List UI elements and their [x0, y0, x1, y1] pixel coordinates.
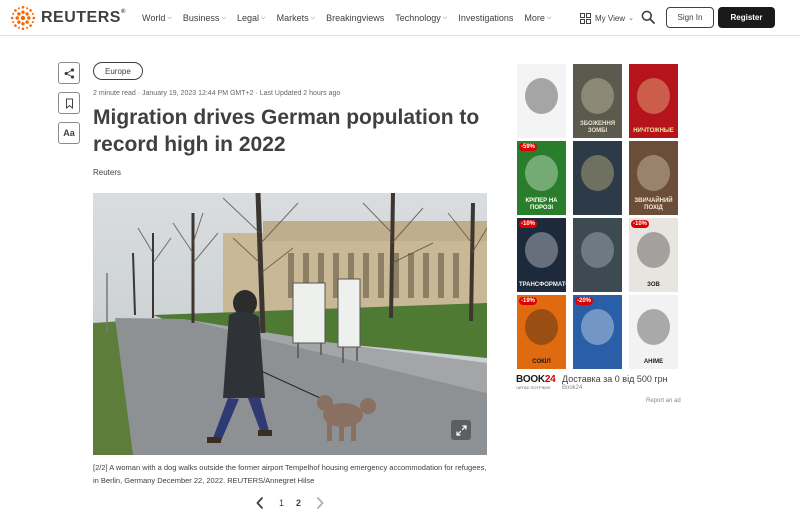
grid-icon [580, 12, 591, 24]
nav-item-world[interactable]: World ⌵ [142, 13, 172, 23]
ad-book-cover[interactable]: -10% ЗОВ [629, 218, 678, 292]
ad-book-cover[interactable]: ЗБОЖЕННЯ ЗОМБІ [573, 64, 622, 138]
book-art [525, 309, 558, 345]
nav-item-label: Technology [395, 13, 441, 23]
book-art [581, 309, 614, 345]
nav-item-label: Breakingviews [326, 13, 385, 23]
ad-book-cover[interactable]: НИЧТОЖНЫЕ [629, 64, 678, 138]
site-header: REUTERS® World ⌵ Business ⌵ Legal ⌵ Markets ⌵ Br… [0, 0, 800, 36]
ad-book-cover[interactable]: -10% ТРАНСФОРМАТОР [517, 218, 566, 292]
ad-book-cover[interactable] [573, 141, 622, 215]
ad-brand-tagline: ЧИТАЄ ПОТРІБНЕ [516, 385, 551, 390]
ad-book-cover[interactable]: ЗВИЧАЙНИЙ ПОХІД [629, 141, 678, 215]
register-button[interactable]: Register [718, 7, 775, 28]
book-art [581, 155, 614, 191]
ad-source: Book24 [562, 385, 583, 391]
article-byline[interactable]: Reuters [93, 168, 121, 177]
book-art [581, 78, 614, 114]
ad-footer[interactable]: BOOK24 ЧИТАЄ ПОТРІБНЕ Доставка за 0 від … [516, 374, 682, 394]
nav-item-markets[interactable]: Markets ⌵ [277, 13, 316, 23]
reuters-logo[interactable]: REUTERS® [10, 4, 126, 32]
advertisement[interactable]: ЗБОЖЕННЯ ЗОМБІ НИЧТОЖНЫЕ -59% КРІПЕР НА ПОР… [514, 62, 680, 372]
chevron-down-icon: ⌄ [628, 15, 634, 22]
section-tag[interactable]: Europe [93, 62, 143, 80]
book-title: ТРАНСФОРМАТОР [519, 282, 566, 288]
book-art [637, 155, 670, 191]
sign-in-button[interactable]: Sign In [666, 7, 714, 28]
book-art [637, 232, 670, 268]
search-icon[interactable] [641, 10, 655, 24]
expand-image-button[interactable] [451, 420, 471, 440]
reuters-logo-icon [10, 5, 36, 31]
book-title: ЗВИЧАЙНИЙ ПОХІД [634, 198, 673, 211]
nav-item-label: Markets [276, 13, 309, 23]
discount-badge: -59% [519, 143, 538, 151]
discount-badge: -19% [519, 297, 538, 305]
book-art [525, 78, 558, 114]
nav-item-label: Business [182, 13, 220, 23]
logo-text: REUTERS® [41, 9, 126, 26]
photo-illustration [93, 193, 487, 455]
ad-book-cover[interactable]: АНІМЕ [629, 295, 678, 369]
nav-item-label: More [524, 13, 545, 23]
gallery-pager: 1 2 [255, 494, 325, 512]
chevron-down-icon: ⌵ [261, 14, 266, 21]
photo-caption: [2/2] A woman with a dog walks outside t… [93, 461, 487, 487]
nav-item-business[interactable]: Business ⌵ [183, 13, 226, 23]
chevron-down-icon: ⌵ [546, 14, 552, 21]
ad-book-cover[interactable] [573, 218, 622, 292]
ad-book-cover[interactable]: -59% КРІПЕР НА ПОРОЗІ [517, 141, 566, 215]
discount-badge: -10% [631, 220, 650, 228]
article-meta: 2 minute read · January 19, 2023 12:44 P… [93, 90, 341, 97]
nav-item-label: Legal [237, 13, 260, 23]
bookmark-button[interactable] [58, 92, 80, 114]
my-view-menu[interactable]: My View ⌄ [580, 0, 634, 36]
chevron-down-icon: ⌵ [442, 14, 448, 21]
ad-offer-text[interactable]: Доставка за 0 від 500 грн [562, 374, 668, 384]
nav-item-investigations[interactable]: Investigations [458, 13, 513, 23]
book-art [525, 155, 558, 191]
share-button[interactable] [58, 62, 80, 84]
discount-badge: -10% [519, 220, 538, 228]
caption-text: A woman with a dog walks outside the for… [93, 463, 487, 485]
book-title: НИЧТОЖНЫЕ [633, 128, 674, 134]
discount-badge: -20% [575, 297, 594, 305]
book-art [581, 232, 614, 268]
ad-brand-logo: BOOK24 [516, 374, 556, 385]
report-ad-link[interactable]: Report an ad [646, 398, 681, 404]
nav-item-technology[interactable]: Technology ⌵ [395, 13, 447, 23]
book-art [637, 309, 670, 345]
book-title: АНІМЕ [643, 359, 664, 365]
pager-page-1[interactable]: 1 [279, 498, 284, 508]
chevron-down-icon: ⌵ [221, 14, 226, 21]
book-title: ЗОВ [647, 282, 660, 288]
nav-item-label: World [142, 13, 166, 23]
font-size-button[interactable]: Aa [58, 122, 80, 144]
main-nav: World ⌵ Business ⌵ Legal ⌵ Markets ⌵ Breakingvie… [142, 0, 562, 36]
my-view-label: My View [595, 13, 626, 23]
bookmark-icon [65, 98, 73, 109]
ad-book-cover[interactable] [517, 64, 566, 138]
nav-item-breakingviews[interactable]: Breakingviews [326, 13, 384, 23]
pager-page-2[interactable]: 2 [296, 498, 301, 508]
nav-item-more[interactable]: More ⌵ [524, 13, 551, 23]
nav-item-label: Investigations [458, 13, 514, 23]
share-icon [64, 67, 74, 79]
article-photo[interactable] [93, 193, 487, 455]
article-headline: Migration drives German population to re… [93, 106, 480, 156]
book-art [525, 232, 558, 268]
chevron-down-icon: ⌵ [310, 14, 316, 21]
book-title: СОКІЛ [532, 359, 551, 365]
book-art [637, 78, 670, 114]
chevron-left-icon[interactable] [255, 496, 265, 510]
chevron-right-icon[interactable] [315, 496, 325, 510]
ad-book-cover[interactable]: -19% СОКІЛ [517, 295, 566, 369]
book-title: ЗБОЖЕННЯ ЗОМБІ [579, 121, 616, 134]
nav-item-legal[interactable]: Legal ⌵ [237, 13, 266, 23]
expand-icon [455, 424, 467, 436]
book-title: КРІПЕР НА ПОРОЗІ [525, 198, 558, 211]
ad-book-cover[interactable]: -20% [573, 295, 622, 369]
caption-index: [2/2] [93, 463, 108, 472]
chevron-down-icon: ⌵ [167, 14, 172, 21]
